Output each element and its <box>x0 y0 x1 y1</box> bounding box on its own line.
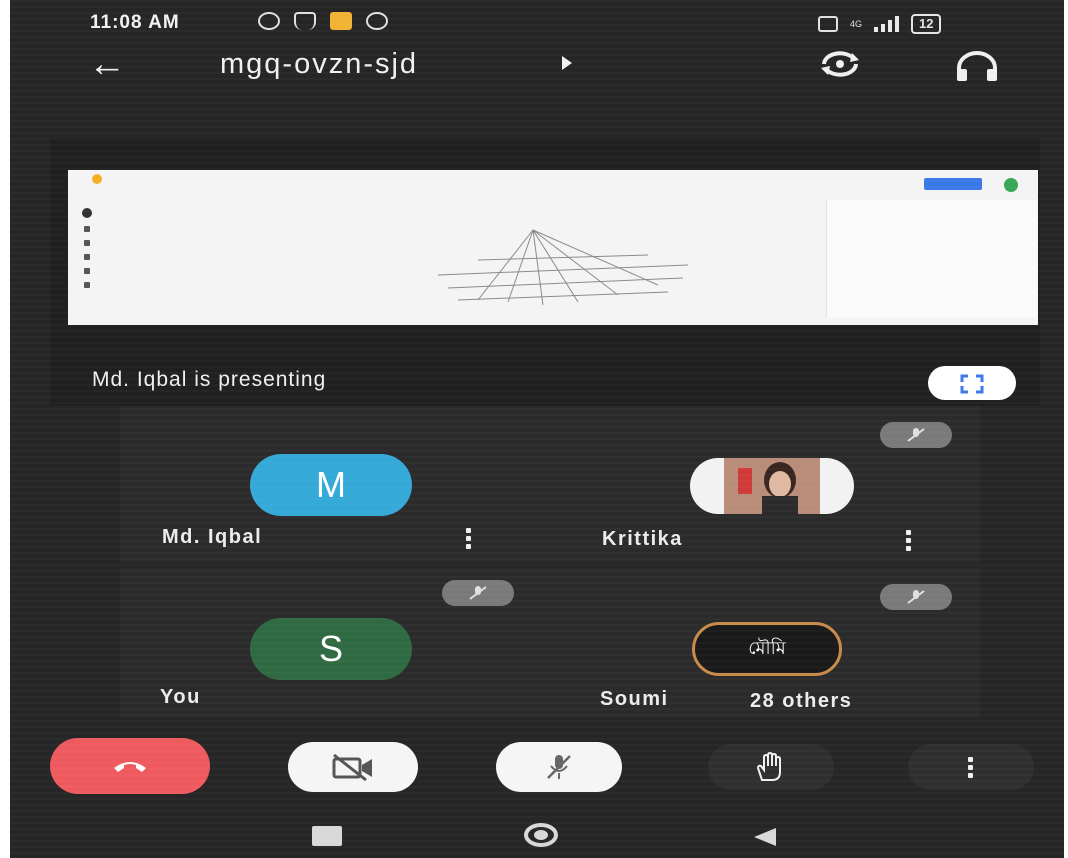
participant-name: Krittika <box>602 528 683 550</box>
shared-blue-button <box>924 178 982 190</box>
meet-app-screen: 11:08 AM 4G 12 ← mgq-ovzn-sjd Md. Iqbal … <box>10 0 1064 858</box>
participant-name: Soumi <box>600 688 669 710</box>
shared-favicon <box>92 174 102 184</box>
mic-off-icon <box>907 428 925 442</box>
muted-badge <box>880 422 952 448</box>
camera-off-icon <box>332 753 372 781</box>
status-right: 4G 12 <box>818 14 942 34</box>
avatar-text: মৌমি <box>748 637 786 659</box>
raise-hand-button[interactable] <box>708 744 834 790</box>
headset-status-icon <box>294 12 316 30</box>
participant-tile[interactable]: মৌমি Soumi 28 others <box>540 568 980 718</box>
muted-badge <box>880 584 952 610</box>
battery-indicator: 12 <box>911 14 942 34</box>
avatar: মৌমি <box>692 622 842 676</box>
avatar: M <box>250 454 412 516</box>
participant-menu-icon[interactable] <box>466 528 472 549</box>
status-icons <box>258 12 388 30</box>
recent-apps-icon[interactable] <box>312 826 342 846</box>
avatar-initial: S <box>318 628 343 669</box>
muted-badge <box>442 580 514 606</box>
fullscreen-button[interactable] <box>928 366 1016 400</box>
more-options-button[interactable] <box>908 744 1034 790</box>
shared-side-panel <box>826 200 1037 318</box>
shared-toolbar <box>78 200 100 310</box>
back-arrow-icon[interactable]: ← <box>88 44 126 84</box>
audio-output-icon[interactable] <box>954 50 1000 82</box>
switch-camera-icon[interactable] <box>818 50 862 78</box>
meeting-code[interactable]: mgq-ovzn-sjd <box>220 48 418 81</box>
end-call-button[interactable] <box>50 738 210 794</box>
profile-photo <box>690 458 854 514</box>
signal-icon <box>874 16 900 32</box>
participant-tile[interactable]: Krittika <box>540 406 980 562</box>
notification-icon <box>330 12 352 30</box>
mic-off-icon <box>547 755 571 779</box>
network-type: 4G <box>850 19 863 29</box>
mic-off-icon <box>469 586 487 600</box>
avatar-initial: M <box>316 464 346 505</box>
raise-hand-icon <box>756 752 781 781</box>
status-time: 11:08 AM <box>90 12 180 33</box>
avatar <box>690 458 854 514</box>
alarm-icon <box>258 12 280 30</box>
microphone-toggle-button[interactable] <box>496 742 622 792</box>
participant-name: You <box>160 686 201 708</box>
mic-off-icon <box>907 590 925 604</box>
shared-drawing <box>437 229 689 306</box>
participant-menu-icon[interactable] <box>906 530 912 551</box>
shared-screen[interactable] <box>68 170 1038 325</box>
shared-avatar <box>1004 178 1018 192</box>
meeting-info-caret-icon[interactable] <box>562 56 572 70</box>
more-vert-icon <box>968 756 974 778</box>
avatar: S <box>250 618 412 680</box>
presenting-label: Md. Iqbal is presenting <box>92 368 327 391</box>
fullscreen-icon <box>960 374 984 394</box>
participant-name: Md. Iqbal <box>162 526 263 548</box>
back-nav-icon[interactable] <box>754 828 776 846</box>
camera-toggle-button[interactable] <box>288 742 418 792</box>
hang-up-icon <box>114 762 146 772</box>
whatsapp-icon <box>366 12 388 30</box>
participant-tile[interactable]: S You <box>120 568 540 718</box>
sim-icon <box>818 16 838 32</box>
home-icon[interactable] <box>524 823 558 847</box>
participant-tile[interactable]: M Md. Iqbal <box>120 406 540 562</box>
others-count[interactable]: 28 others <box>750 690 852 713</box>
